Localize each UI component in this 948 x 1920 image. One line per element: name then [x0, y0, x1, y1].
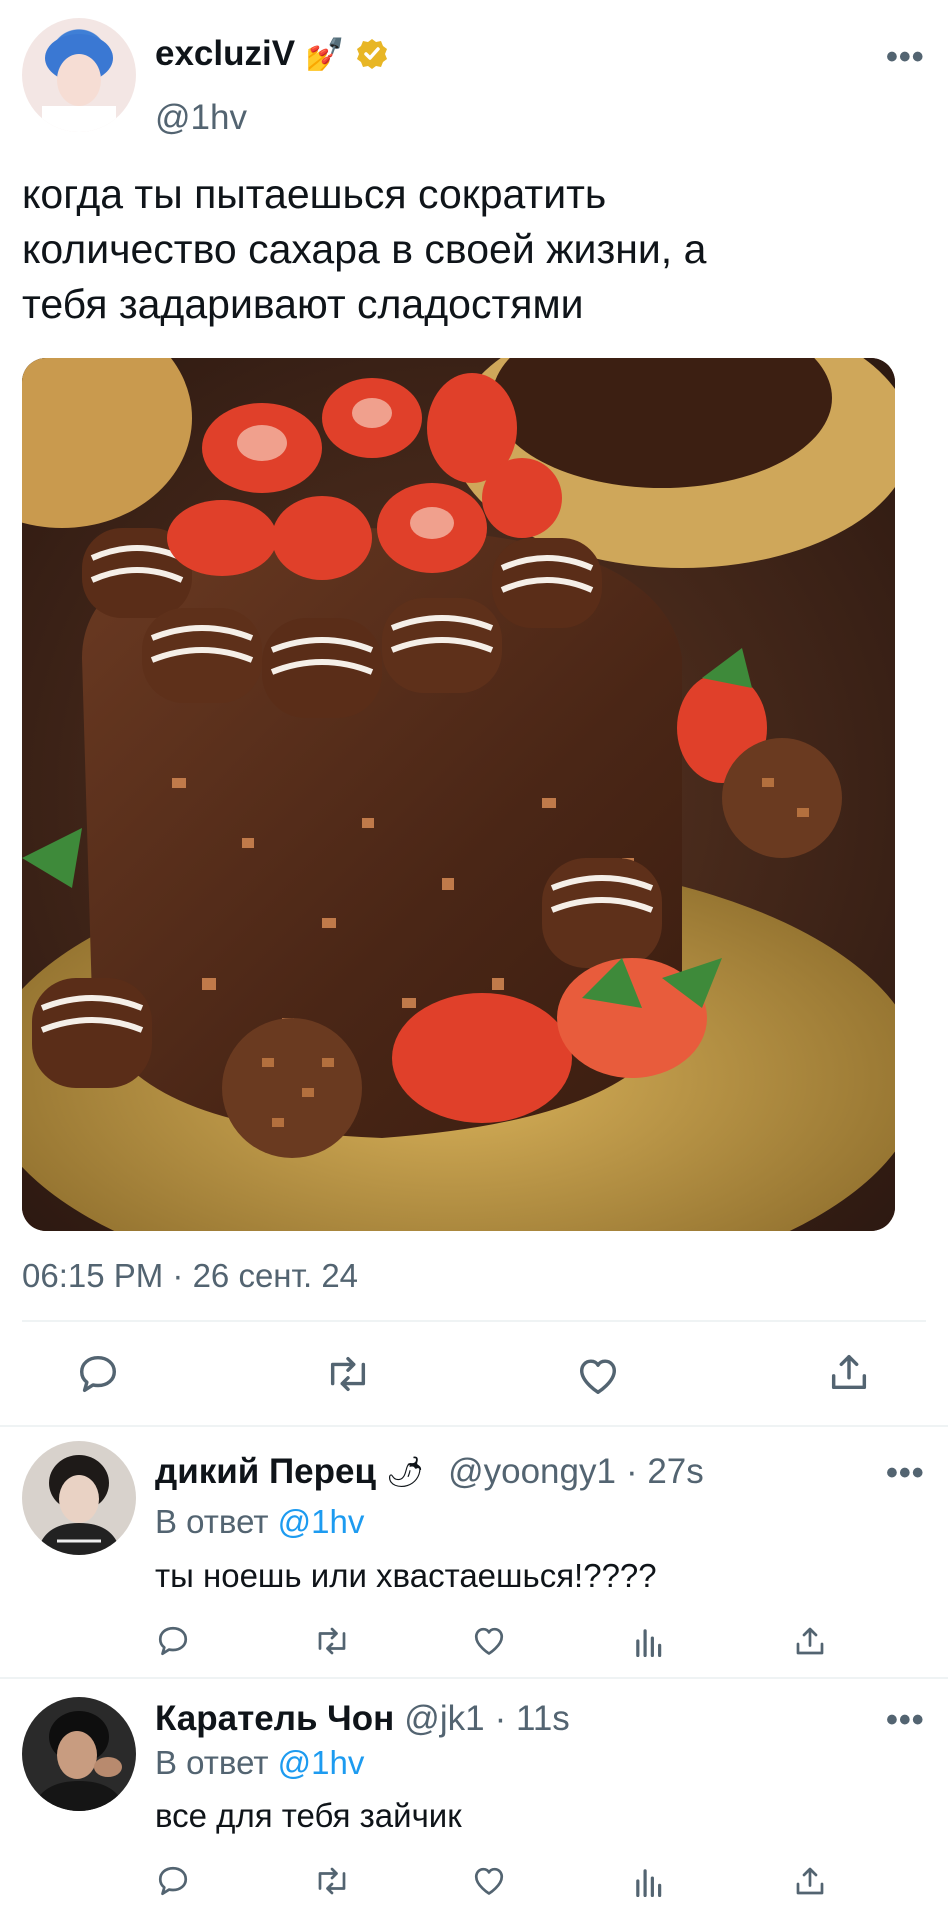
- more-options-icon[interactable]: •••: [886, 1701, 925, 1740]
- share-icon[interactable]: [792, 1863, 828, 1899]
- reply-author-name-emoji: 🌶: [386, 1455, 425, 1489]
- share-icon[interactable]: [792, 1623, 828, 1659]
- reply-icon[interactable]: [155, 1863, 191, 1899]
- analytics-icon[interactable]: [633, 1865, 663, 1897]
- reply-author-name[interactable]: Каратель Чон: [155, 1699, 394, 1739]
- like-icon[interactable]: [471, 1623, 507, 1657]
- tweet-text: когда ты пытаешься сократить количество …: [22, 167, 922, 332]
- divider: [0, 1425, 948, 1427]
- reply-action-bar: [155, 1623, 855, 1663]
- retweet-icon[interactable]: [312, 1623, 352, 1659]
- tweet-text-line: тебя задаривают сладостями: [22, 281, 584, 327]
- reply-avatar[interactable]: [22, 1697, 136, 1811]
- author-name-emoji: 💅: [305, 36, 345, 72]
- divider: [22, 1320, 926, 1322]
- more-options-icon[interactable]: •••: [886, 38, 925, 77]
- more-options-icon[interactable]: •••: [886, 1454, 925, 1493]
- reply-to-link[interactable]: @1hv: [278, 1503, 365, 1540]
- divider: [0, 1677, 948, 1679]
- retweet-icon[interactable]: [312, 1863, 352, 1899]
- reply-author-name[interactable]: дикий Перец: [155, 1452, 376, 1492]
- retweet-icon[interactable]: [323, 1351, 373, 1397]
- reply-author-handle[interactable]: @yoongy1: [448, 1452, 616, 1492]
- reply-to-prefix: В ответ: [155, 1503, 269, 1540]
- share-icon[interactable]: [826, 1349, 872, 1395]
- analytics-icon[interactable]: [633, 1625, 663, 1657]
- reply-icon[interactable]: [155, 1623, 191, 1659]
- tweet-image[interactable]: [22, 358, 895, 1231]
- reply-icon[interactable]: [75, 1351, 121, 1397]
- verified-badge-icon: [355, 37, 389, 71]
- reply-to-line: В ответ @1hv: [155, 1503, 364, 1541]
- reply-author-handle[interactable]: @jk1: [404, 1699, 484, 1739]
- reply-to-link[interactable]: @1hv: [278, 1744, 365, 1781]
- reply-time[interactable]: · 11s: [495, 1699, 570, 1739]
- reply-text: все для тебя зайчик: [155, 1797, 462, 1834]
- author-handle[interactable]: @1hv: [155, 98, 247, 138]
- reply-time[interactable]: · 27s: [626, 1452, 704, 1492]
- reply-to-prefix: В ответ: [155, 1744, 269, 1781]
- author-avatar[interactable]: [22, 18, 136, 132]
- reply-text: ты ноешь или хвастаешься!????: [155, 1557, 657, 1594]
- like-icon[interactable]: [471, 1863, 507, 1897]
- author-name[interactable]: excluziV: [155, 34, 295, 74]
- tweet-text-line: количество сахара в своей жизни, а: [22, 226, 707, 272]
- reply-to-line: В ответ @1hv: [155, 1744, 364, 1782]
- tweet-text-line: когда ты пытаешься сократить: [22, 171, 607, 217]
- like-icon[interactable]: [575, 1353, 621, 1397]
- reply-action-bar: [155, 1863, 855, 1903]
- reply-avatar[interactable]: [22, 1441, 136, 1555]
- tweet-timestamp[interactable]: 06:15 PM · 26 сент. 24: [22, 1257, 358, 1295]
